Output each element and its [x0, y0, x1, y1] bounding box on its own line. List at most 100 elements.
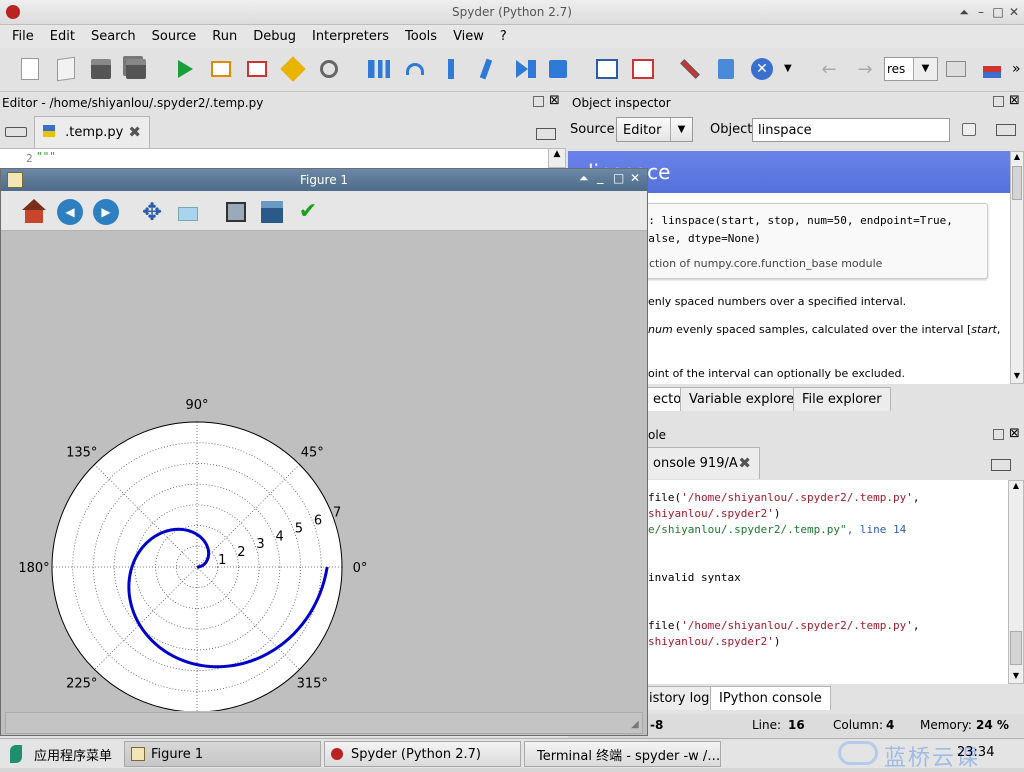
chevron-down-icon[interactable]: ▼	[670, 118, 692, 141]
undock-icon[interactable]	[993, 96, 1004, 107]
undock-icon[interactable]	[993, 429, 1004, 440]
tab-console[interactable]: onsole 919/A ✖	[644, 447, 760, 479]
editor-scrollbar[interactable]: ▲	[548, 148, 566, 168]
stop-debug-icon[interactable]	[545, 56, 571, 82]
minimize-button[interactable]: –	[974, 5, 988, 19]
figure-titlebar: Figure 1 ⏶ _ □ ✕	[1, 169, 647, 191]
rerun-icon[interactable]	[244, 56, 270, 82]
undock-icon[interactable]	[533, 96, 544, 107]
checkmark-icon[interactable]: ✔	[295, 199, 321, 225]
scroll-thumb[interactable]	[1012, 166, 1022, 200]
subplots-icon[interactable]	[223, 199, 249, 225]
back-icon[interactable]: ◀	[57, 199, 83, 225]
console-line: file('/home/shiyanlou/.spyder2/.temp.py'…	[648, 619, 920, 632]
scroll-thumb[interactable]	[1010, 631, 1022, 665]
menu-view[interactable]: View	[445, 29, 492, 44]
scroll-down-icon[interactable]: ▼	[1011, 371, 1023, 383]
menu-edit[interactable]: Edit	[42, 29, 83, 44]
taskbar-item-terminal[interactable]: Terminal 终端 - spyder -w /…	[524, 741, 721, 767]
run-settings-icon[interactable]	[208, 56, 234, 82]
tab-file-explorer[interactable]: File explorer	[793, 387, 891, 411]
angular-tick-label: 90°	[185, 398, 208, 413]
doc-desc2-end: ,	[996, 323, 1001, 336]
tab-variable-explorer[interactable]: Variable explorer	[680, 387, 809, 411]
fullscreen-icon[interactable]	[630, 56, 656, 82]
close-button[interactable]: ✕	[630, 171, 640, 185]
forward-icon[interactable]: ▶	[93, 199, 119, 225]
menu-interpreters[interactable]: Interpreters	[304, 29, 397, 44]
shade-icon[interactable]: ⏶	[579, 171, 589, 186]
taskbar-item-spyder[interactable]: Spyder (Python 2.7)	[324, 741, 521, 767]
console-options-icon[interactable]	[991, 459, 1011, 471]
pythonpath-icon[interactable]	[713, 56, 739, 82]
menu-run[interactable]: Run	[204, 29, 245, 44]
continue-icon[interactable]	[509, 56, 535, 82]
menu-tools[interactable]: Tools	[397, 29, 445, 44]
browse-tabs-icon[interactable]	[5, 127, 27, 137]
start-menu-label[interactable]: 应用程序菜单	[34, 745, 112, 764]
tab-history-log[interactable]: istory log	[640, 686, 719, 710]
maximize-button[interactable]: □	[613, 171, 624, 185]
radial-tick-label: 6	[314, 513, 322, 528]
change-dir-icon[interactable]	[979, 56, 1005, 82]
menu-file[interactable]: File	[4, 29, 42, 44]
shade-icon[interactable]: ⏶	[957, 5, 971, 19]
toolbar-overflow-icon[interactable]: »	[1012, 61, 1021, 77]
close-pane-icon[interactable]: ⊠	[1009, 93, 1020, 108]
close-tab-icon[interactable]: ✖	[128, 123, 141, 141]
close-pane-icon[interactable]: ⊠	[1009, 426, 1020, 441]
menu-source[interactable]: Source	[144, 29, 205, 44]
home-icon[interactable]	[21, 199, 47, 225]
new-file-icon[interactable]	[17, 56, 43, 82]
close-button[interactable]: ✕	[1007, 5, 1021, 19]
python-tools-icon[interactable]: ✕	[749, 56, 775, 82]
step-icon[interactable]	[402, 56, 428, 82]
lock-icon[interactable]	[962, 123, 976, 136]
close-tab-icon[interactable]: ✖	[738, 454, 751, 472]
working-dir-combo[interactable]: res ▼	[884, 57, 938, 81]
forward-icon[interactable]: →	[852, 56, 878, 82]
save-figure-icon[interactable]	[259, 199, 285, 225]
menu-help[interactable]: ?	[492, 29, 515, 44]
inspector-options-icon[interactable]	[996, 124, 1016, 136]
scroll-up-icon[interactable]: ▲	[1011, 152, 1023, 164]
zoom-icon[interactable]	[175, 199, 201, 225]
run-selection-icon[interactable]	[280, 56, 306, 82]
tab-ipython-console[interactable]: IPython console	[710, 686, 831, 710]
debug-icon[interactable]	[366, 56, 392, 82]
chevron-down-icon[interactable]: ▼	[913, 58, 937, 80]
minimize-button[interactable]: _	[597, 170, 604, 185]
browse-folder-icon[interactable]	[943, 56, 969, 82]
back-icon[interactable]: ←	[816, 56, 842, 82]
open-file-icon[interactable]	[53, 56, 79, 82]
editor-text-area[interactable]: 2 """	[0, 148, 548, 168]
column-label: Column:	[833, 718, 883, 732]
maximize-button[interactable]: □	[991, 5, 1005, 19]
main-toolbar: ✕ ▼ ← → res ▼ »	[0, 48, 1024, 92]
radial-tick-label: 7	[333, 506, 341, 521]
tools-dropdown-icon[interactable]: ▼	[784, 63, 792, 74]
step-into-icon[interactable]	[438, 56, 464, 82]
maximize-pane-icon[interactable]	[594, 56, 620, 82]
menu-search[interactable]: Search	[83, 29, 144, 44]
resize-grip-icon[interactable]: ◢	[631, 719, 639, 730]
run-icon[interactable]	[172, 56, 198, 82]
scroll-down-icon[interactable]: ▼	[1010, 671, 1022, 683]
close-pane-icon[interactable]: ⊠	[549, 93, 560, 108]
tab-temp-py[interactable]: .temp.py ✖	[34, 116, 150, 148]
editor-options-icon[interactable]	[536, 128, 556, 140]
save-all-icon[interactable]	[123, 56, 149, 82]
scroll-up-icon[interactable]: ▲	[1010, 481, 1022, 493]
source-combo[interactable]: Editor ▼	[616, 117, 693, 142]
object-input[interactable]: linspace	[752, 118, 950, 142]
pan-icon[interactable]: ✥	[139, 199, 165, 225]
preferences-icon[interactable]	[677, 56, 703, 82]
configure-run-icon[interactable]	[316, 56, 342, 82]
taskbar-item-figure[interactable]: Figure 1	[124, 741, 321, 767]
menu-debug[interactable]: Debug	[245, 29, 304, 44]
step-return-icon[interactable]	[473, 56, 499, 82]
start-menu-icon[interactable]	[10, 745, 22, 763]
console-scrollbar[interactable]: ▲ ▼	[1008, 480, 1024, 684]
inspector-scrollbar[interactable]: ▲ ▼	[1010, 151, 1024, 384]
save-icon[interactable]	[88, 56, 114, 82]
